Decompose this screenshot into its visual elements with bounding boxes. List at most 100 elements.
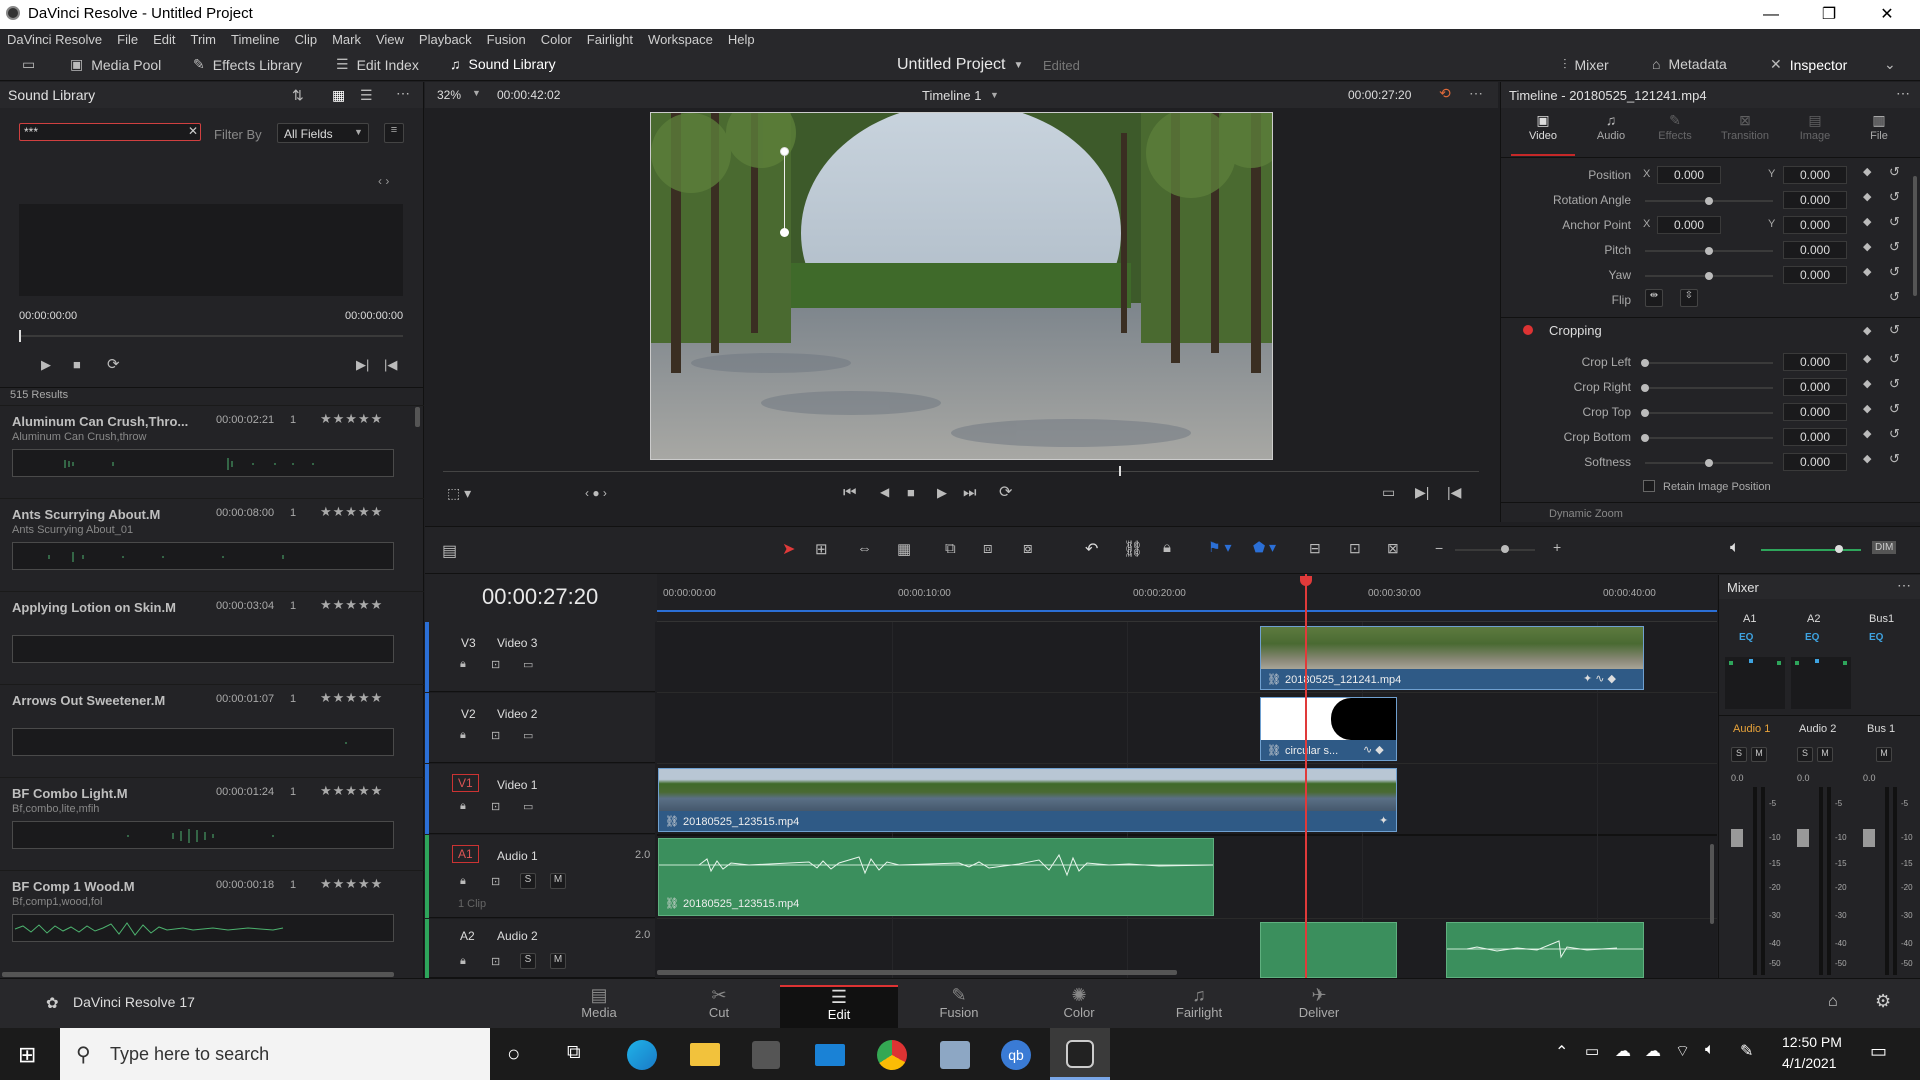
- crop-bottom-slider[interactable]: [1645, 437, 1773, 439]
- monitor-icon[interactable]: ▭: [22, 56, 35, 73]
- solo-button[interactable]: S: [1797, 747, 1813, 762]
- track-area[interactable]: ⛓ 20180525_121241.mp4 ✦ ∿ ◆ ⛓ circular s…: [657, 574, 1717, 978]
- solo-button[interactable]: S: [520, 873, 536, 889]
- list-item[interactable]: Applying Lotion on Skin.M 00:00:03:04 1 …: [0, 591, 424, 684]
- keyframe-icon[interactable]: ◆: [1863, 165, 1871, 178]
- settings-gear-icon[interactable]: ⚙: [1875, 991, 1891, 1012]
- zoom-detail-icon[interactable]: ⊡: [1349, 540, 1361, 557]
- crop-left-slider[interactable]: [1645, 362, 1773, 364]
- onedrive-icon[interactable]: ☁: [1615, 1041, 1631, 1061]
- clip-a2-2[interactable]: [1446, 922, 1644, 978]
- page-fairlight[interactable]: ♫ Fairlight: [1140, 985, 1258, 1029]
- metadata-button[interactable]: ⌂ Metadata: [1652, 56, 1727, 72]
- chevron-down-icon[interactable]: ▼: [990, 90, 999, 100]
- center-handle[interactable]: [780, 228, 789, 237]
- snapping-icon[interactable]: ↶: [1085, 539, 1098, 559]
- preview-playhead[interactable]: [19, 330, 21, 342]
- clock-date[interactable]: 4/1/2021: [1782, 1055, 1837, 1071]
- reverse-icon[interactable]: ◀: [880, 485, 889, 499]
- notifications-icon[interactable]: ▭: [1870, 1041, 1887, 1062]
- list-item[interactable]: BF Combo Light.M 00:00:01:24 1 ★★★★★ Bf,…: [0, 777, 424, 870]
- next-icon[interactable]: ▶|: [356, 357, 369, 373]
- stop-icon[interactable]: ■: [907, 485, 915, 500]
- eq-button[interactable]: EQ: [1739, 632, 1753, 643]
- flag-icon[interactable]: ⚑ ▾: [1208, 539, 1231, 556]
- pen-icon[interactable]: ✎: [1740, 1041, 1753, 1061]
- reset-icon[interactable]: ↺: [1889, 164, 1900, 180]
- reset-icon[interactable]: ↺: [1889, 451, 1900, 467]
- retain-position-checkbox[interactable]: [1643, 480, 1655, 492]
- zoom-full-icon[interactable]: ⊟: [1309, 540, 1321, 557]
- resolve-taskbar-button[interactable]: [1050, 1028, 1110, 1080]
- mute-button[interactable]: M: [1817, 747, 1833, 762]
- linked-selection-icon[interactable]: ⛓: [1123, 539, 1143, 559]
- mute-button[interactable]: M: [550, 953, 566, 969]
- position-x[interactable]: 0.000: [1657, 166, 1721, 184]
- list-item[interactable]: BF Comp 1 Wood.M 00:00:00:18 1 ★★★★★ Bf,…: [0, 870, 424, 963]
- clip-a1[interactable]: ⛓ 20180525_123515.mp4: [658, 838, 1214, 916]
- reset-icon[interactable]: ↺: [1889, 322, 1900, 338]
- rating-stars[interactable]: ★★★★★: [320, 504, 383, 520]
- timeline-name[interactable]: Timeline 1: [922, 88, 981, 103]
- volume-slider[interactable]: [1761, 549, 1861, 551]
- reset-icon[interactable]: ↺: [1889, 351, 1900, 367]
- eq-button[interactable]: EQ: [1805, 632, 1819, 643]
- viewer-options-icon[interactable]: ⋯: [1469, 85, 1483, 102]
- tab-file[interactable]: ▥ File: [1847, 112, 1911, 142]
- clock-time[interactable]: 12:50 PM: [1782, 1034, 1842, 1050]
- filter-by-select[interactable]: All Fields ▼: [277, 123, 369, 143]
- inspector-button[interactable]: ✕ Inspector: [1770, 56, 1847, 73]
- fader-bus1[interactable]: [1863, 829, 1875, 847]
- mute-button[interactable]: M: [1751, 747, 1767, 762]
- reset-icon[interactable]: ↺: [1889, 264, 1900, 280]
- menu-help[interactable]: Help: [721, 29, 763, 47]
- reset-icon[interactable]: ↺: [1889, 289, 1900, 305]
- search-input[interactable]: *** ✕: [19, 123, 201, 141]
- keyframe-icon[interactable]: ◆: [1863, 452, 1871, 465]
- keyframe-icon[interactable]: ◆: [1863, 240, 1871, 253]
- page-media[interactable]: ▤ Media: [540, 985, 658, 1029]
- keyframe-icon[interactable]: ◆: [1863, 324, 1871, 337]
- tab-image[interactable]: ▤ Image: [1783, 112, 1847, 142]
- app-icon[interactable]: [940, 1041, 970, 1069]
- tab-transition[interactable]: ⊠ Transition: [1707, 112, 1783, 142]
- tab-video[interactable]: ▣ Video: [1511, 112, 1575, 156]
- edit-index-button[interactable]: ☰ Edit Index: [336, 56, 419, 73]
- edge-icon[interactable]: [627, 1040, 657, 1070]
- maximize-button[interactable]: ❐: [1800, 2, 1858, 27]
- windows-start-icon[interactable]: ⊞: [18, 1042, 36, 1068]
- menu-file[interactable]: File: [110, 29, 146, 47]
- page-fusion[interactable]: ✎ Fusion: [900, 985, 1018, 1029]
- grid-view-icon[interactable]: ▦: [332, 87, 345, 104]
- dynamic-trim-icon[interactable]: ⇔: [857, 540, 872, 557]
- sync-icon[interactable]: ⟲: [1439, 85, 1451, 102]
- cortana-icon[interactable]: ○: [507, 1041, 520, 1067]
- keyframe-icon[interactable]: ◆: [1863, 352, 1871, 365]
- play-icon[interactable]: ▶: [937, 485, 947, 501]
- pan-a2[interactable]: [1791, 657, 1851, 709]
- sort-icon[interactable]: ⇅: [292, 87, 304, 104]
- overwrite-clip-icon[interactable]: ⧈: [983, 540, 993, 557]
- menu-workspace[interactable]: Workspace: [641, 29, 721, 47]
- page-cut[interactable]: ✂ Cut: [660, 985, 778, 1029]
- page-color[interactable]: ✺ Color: [1020, 985, 1138, 1029]
- position-lock-icon[interactable]: 🔒︎: [1163, 539, 1171, 556]
- effects-library-button[interactable]: ✎ Effects Library: [193, 56, 302, 73]
- clip-nav-icon[interactable]: ‹ ● ›: [585, 486, 607, 500]
- marker-icon[interactable]: ⬟ ▾: [1253, 539, 1276, 556]
- list-item[interactable]: Arrows Out Sweetener.M 00:00:01:07 1 ★★★…: [0, 684, 424, 777]
- lock-icon[interactable]: 🔒︎: [460, 658, 466, 671]
- menu-color[interactable]: Color: [534, 29, 580, 47]
- tab-audio[interactable]: ♫ Audio: [1579, 112, 1643, 142]
- clip-v1[interactable]: ⛓ 20180525_123515.mp4 ✦: [658, 768, 1397, 832]
- timeline-view-icon[interactable]: ▤: [442, 541, 457, 561]
- list-item[interactable]: Aluminum Can Crush,Thro... 00:00:02:21 1…: [0, 405, 424, 498]
- video-frame[interactable]: [650, 112, 1273, 460]
- auto-select-icon[interactable]: ⊡: [491, 875, 500, 888]
- preview-scrubber[interactable]: [19, 335, 403, 337]
- keyframe-icon[interactable]: ◆: [1863, 265, 1871, 278]
- go-to-start-icon[interactable]: ⏮: [843, 484, 857, 501]
- dim-button[interactable]: DIM: [1872, 541, 1897, 554]
- list-h-scrollbar[interactable]: [2, 972, 394, 977]
- timeline-ruler[interactable]: 00:00:00:00 00:00:10:00 00:00:20:00 00:0…: [657, 574, 1717, 622]
